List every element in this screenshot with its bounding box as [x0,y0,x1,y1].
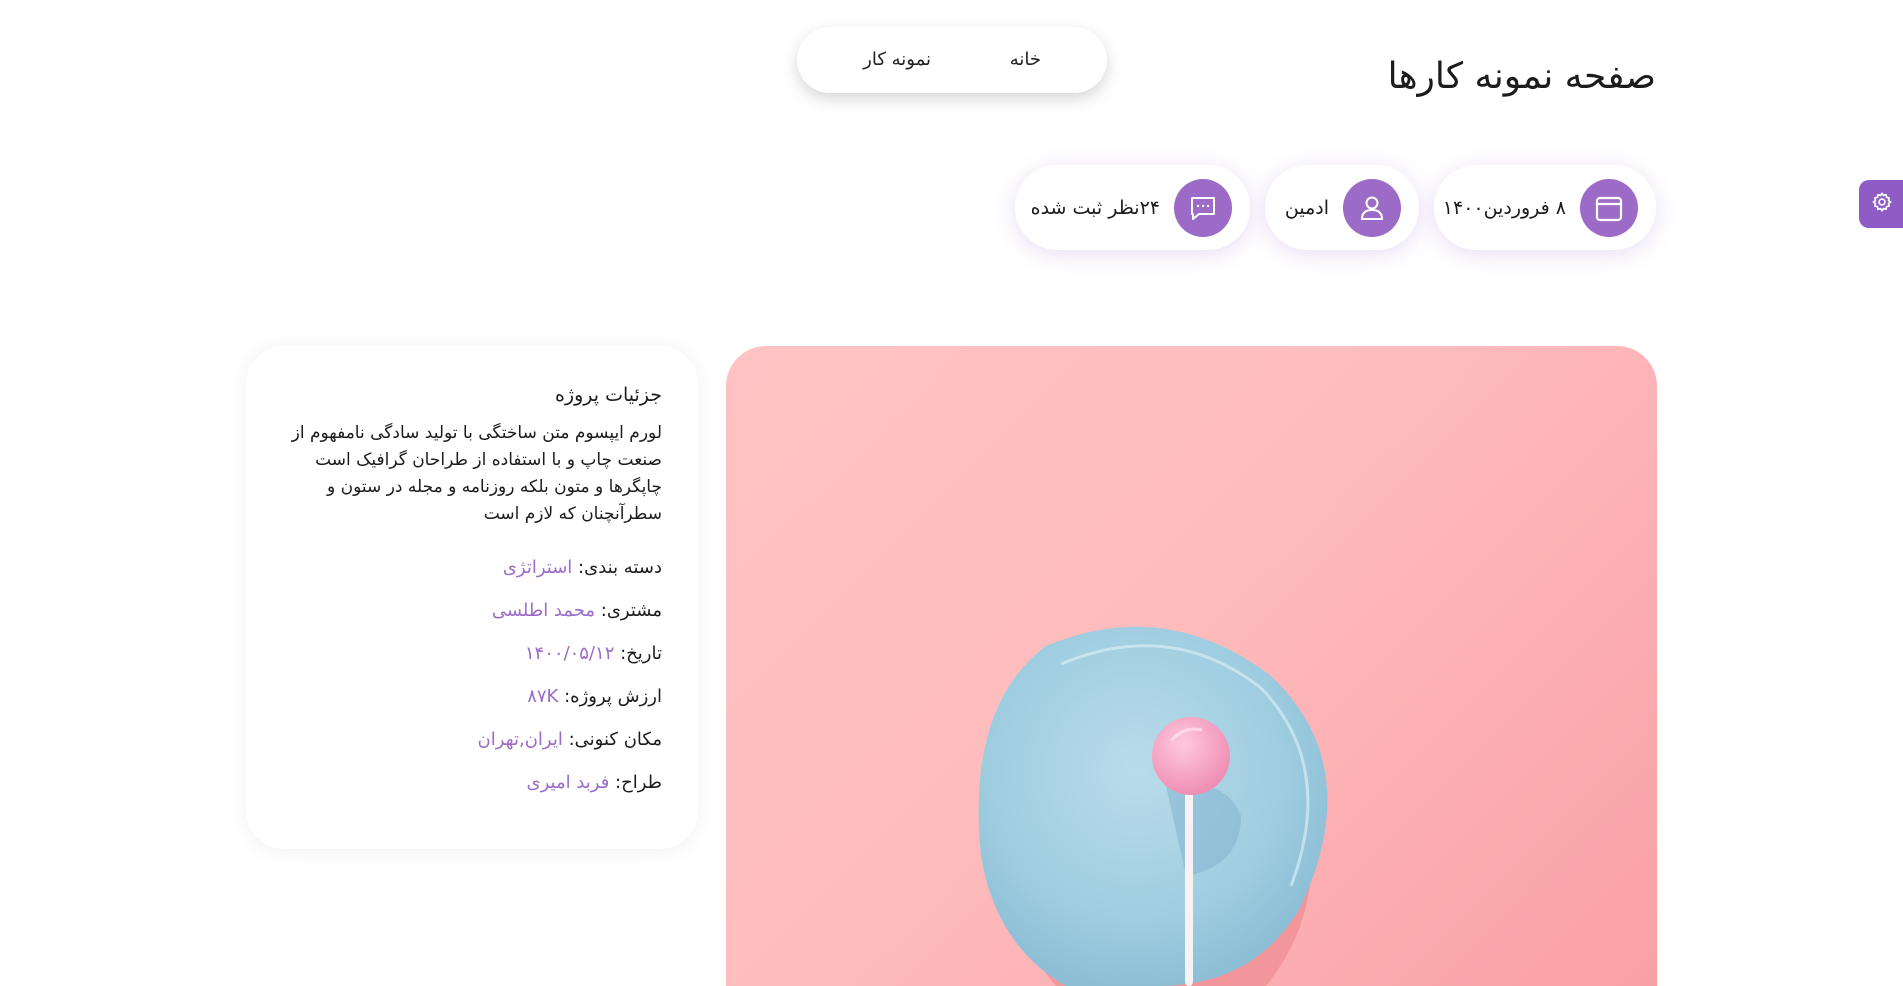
chat-bubble-icon [1174,178,1232,237]
detail-label: مکان کنونی: [568,729,662,750]
details-title: جزئیات پروژه [554,384,662,406]
detail-row-value: ارزش پروژه: ۸۷K [282,675,662,718]
page-title: صفحه نمونه کارها [1387,56,1656,97]
detail-label: تاریخ: [620,643,662,664]
meta-comments-text: ۲۴نظر ثبت شده [1030,196,1160,219]
detail-row-category: دسته بندی: استراتژی [282,546,662,589]
calendar-icon [1580,178,1638,237]
detail-row-designer: طراح: فربد امیری [282,761,663,804]
detail-value-worth: ۸۷K [527,686,559,707]
meta-author: ادمین [1265,165,1419,250]
plate-lollipop-illustration [978,626,1328,986]
project-image [726,346,1657,986]
detail-row-date: تاریخ: ۱۴۰۰/۰۵/۱۲ [282,632,662,675]
detail-value-client: محمد اطلسی [491,600,596,621]
meta-comments: ۲۴نظر ثبت شده [1015,165,1250,250]
nav-link-portfolio[interactable]: نمونه کار [863,27,931,93]
detail-label: دسته بندی: [578,557,662,578]
top-nav: خانه نمونه کار [797,27,1107,93]
detail-row-location: مکان کنونی: ایران,تهران [282,718,662,761]
gear-icon [1871,191,1893,217]
meta-date: ۸ فروردین۱۴۰۰ [1434,165,1656,250]
user-icon [1343,178,1401,237]
detail-value-date: ۱۴۰۰/۰۵/۱۲ [524,643,615,664]
detail-value-location: ایران,تهران [477,729,563,750]
details-description: لورم ایپسوم متن ساختگی با تولید سادگی نا… [291,423,662,524]
detail-label: ارزش پروژه: [564,686,662,707]
meta-date-text: ۸ فروردین۱۴۰۰ [1442,196,1566,219]
detail-row-client: مشتری: محمد اطلسی [282,589,662,632]
detail-value-designer: فربد امیری [526,772,610,793]
detail-label: طراح: [615,772,662,793]
settings-button[interactable] [1859,180,1903,228]
detail-value-category[interactable]: استراتژی [503,557,572,578]
nav-link-home[interactable]: خانه [1010,27,1041,93]
project-details-card: جزئیات پروژه لورم ایپسوم متن ساختگی با ت… [246,346,698,849]
meta-author-text: ادمین [1284,196,1329,219]
detail-label: مشتری: [600,600,662,621]
